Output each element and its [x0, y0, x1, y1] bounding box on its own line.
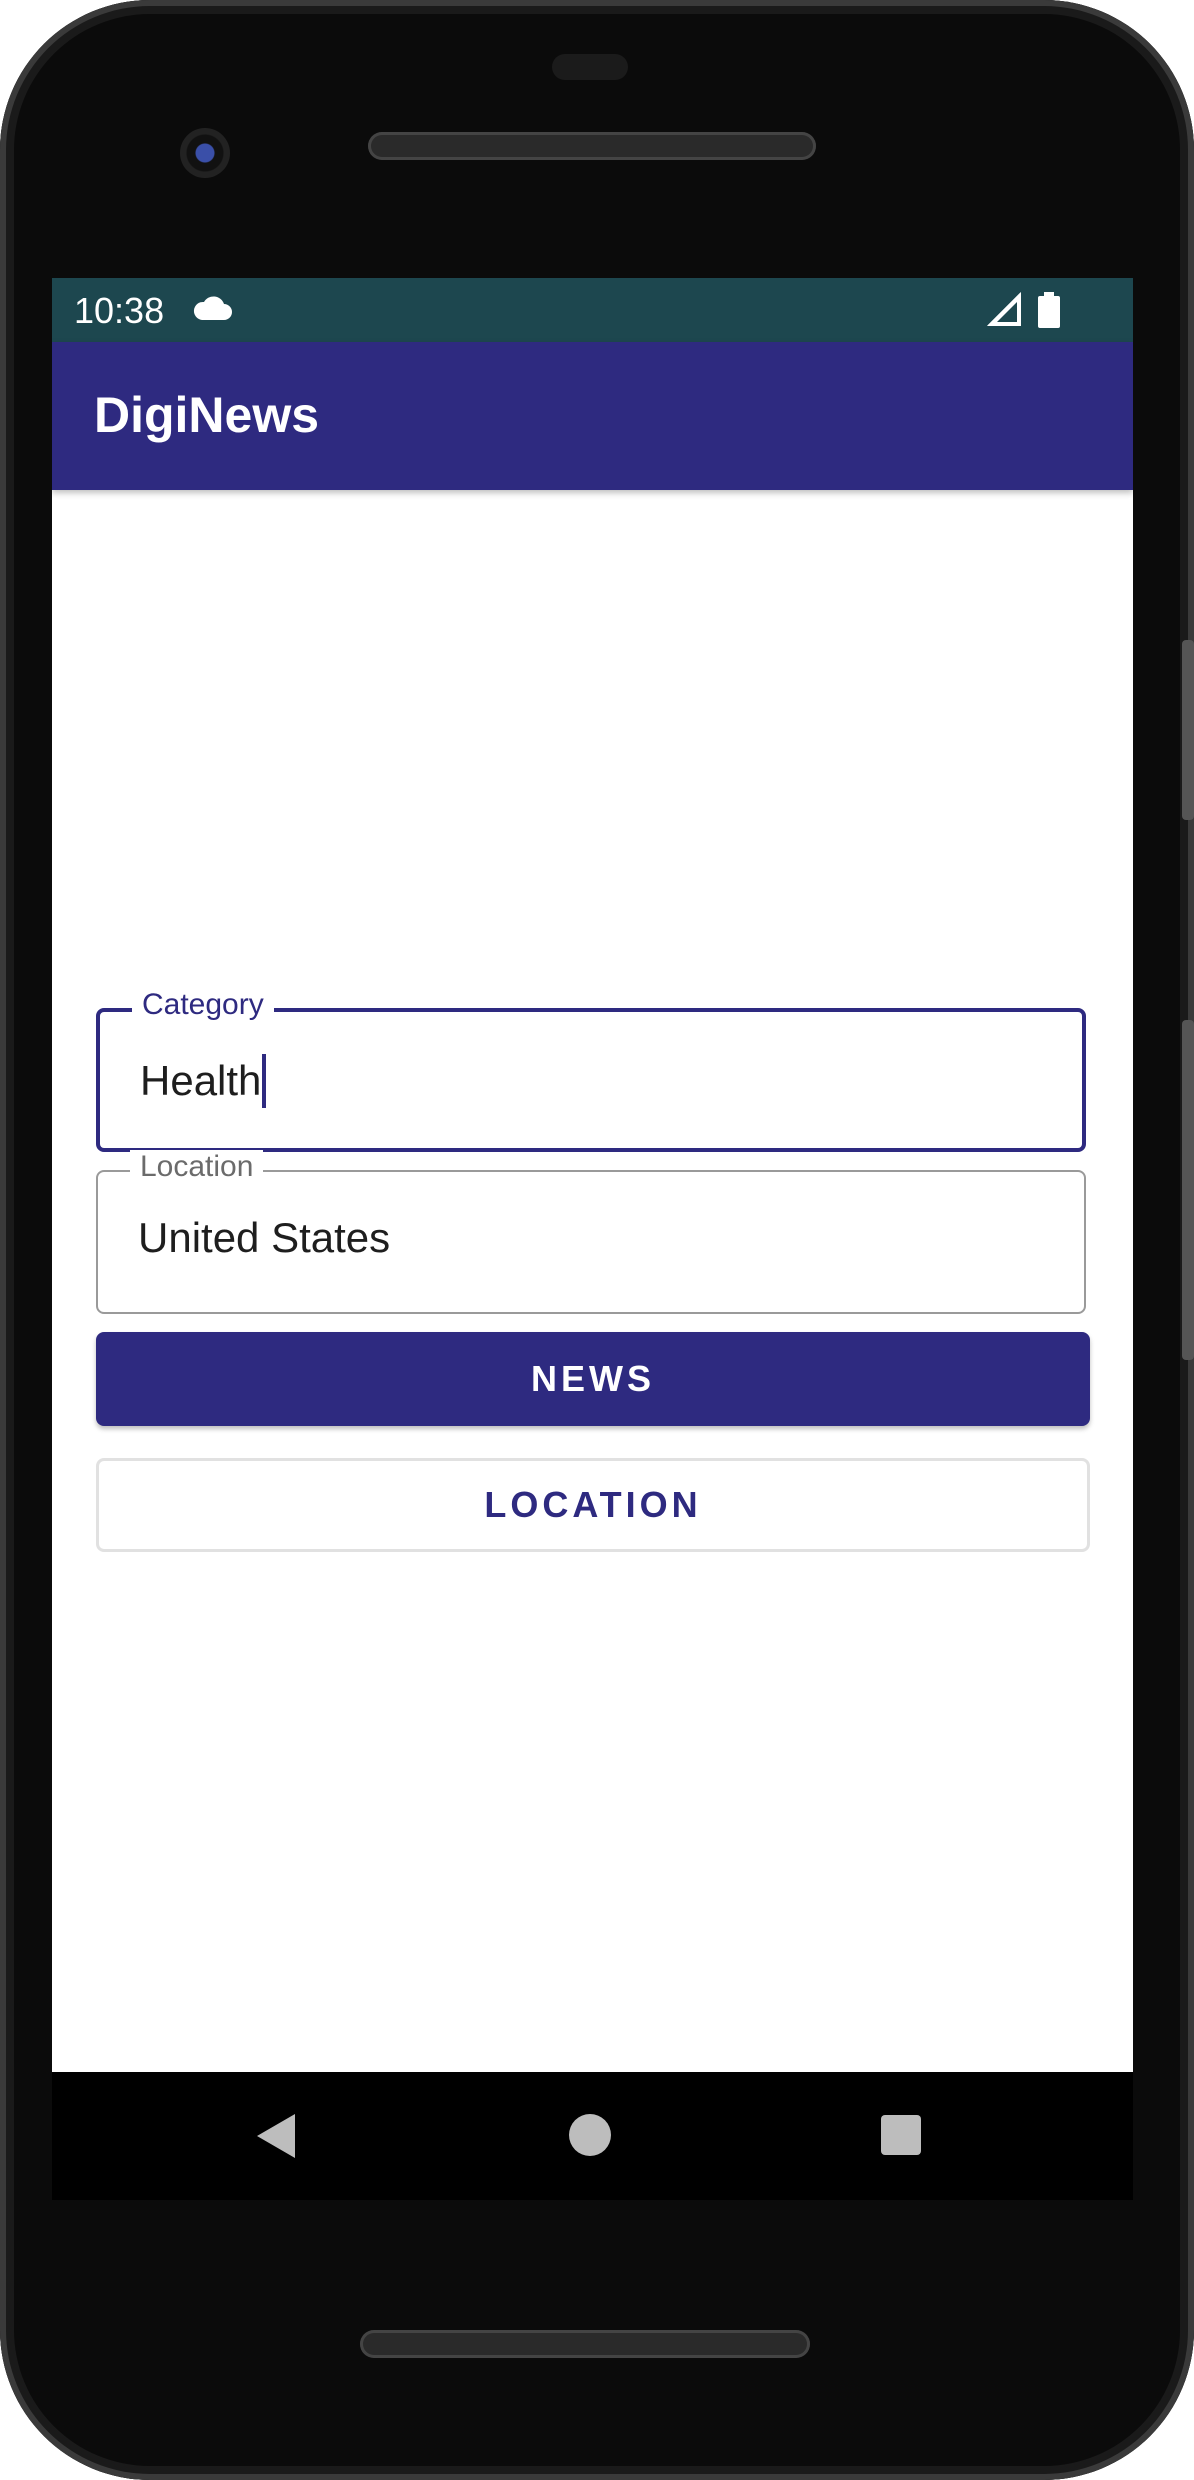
earpiece-speaker: [368, 132, 816, 160]
status-time: 10:38: [74, 290, 165, 331]
volume-button: [1182, 1020, 1194, 1360]
back-icon[interactable]: [257, 2114, 297, 2163]
location-field[interactable]: Location United States: [96, 1150, 1086, 1314]
navigation-bar: [52, 2072, 1133, 2200]
bottom-speaker: [360, 2330, 810, 2358]
home-icon[interactable]: [569, 2114, 611, 2156]
news-button[interactable]: NEWS: [96, 1332, 1090, 1426]
app-title: DigiNews: [94, 387, 320, 443]
recents-icon[interactable]: [881, 2115, 921, 2155]
location-value[interactable]: United States: [138, 1214, 390, 1262]
battery-icon: [1038, 292, 1060, 333]
proximity-sensor: [552, 54, 628, 80]
category-field[interactable]: Category Health: [96, 988, 1086, 1152]
app-bar: DigiNews: [52, 342, 1133, 490]
category-value[interactable]: Health: [140, 1054, 267, 1108]
phone-frame: 10:38 DigiNews Category Health Location …: [0, 0, 1194, 2480]
category-input-text[interactable]: Health: [140, 1057, 261, 1105]
cloud-icon: [192, 296, 232, 327]
category-label: Category: [132, 988, 274, 1022]
location-label: Location: [130, 1150, 264, 1184]
power-button: [1182, 640, 1194, 820]
screen: 10:38 DigiNews Category Health Location …: [52, 278, 1133, 2072]
text-cursor: [262, 1054, 267, 1108]
location-button[interactable]: LOCATION: [96, 1458, 1090, 1552]
cell-signal-icon: [987, 292, 1021, 331]
status-bar: 10:38: [52, 278, 1133, 342]
front-camera: [180, 128, 230, 178]
